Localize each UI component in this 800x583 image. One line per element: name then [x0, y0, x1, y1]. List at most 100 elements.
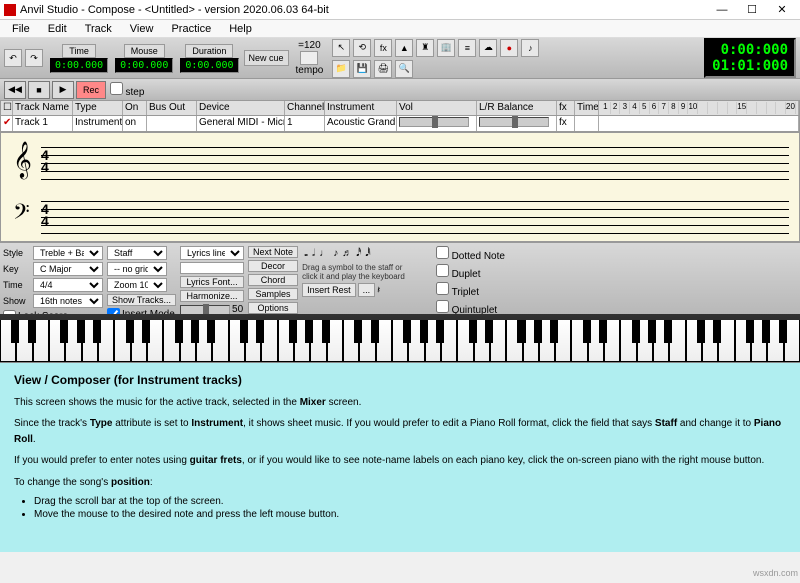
track-time[interactable]: [575, 116, 599, 131]
black-key[interactable]: [142, 320, 150, 343]
track-fx[interactable]: fx: [557, 116, 575, 131]
black-key[interactable]: [436, 320, 444, 343]
screen-icon[interactable]: ☁: [479, 39, 497, 57]
black-key[interactable]: [126, 320, 134, 343]
col-trackname[interactable]: Track Name: [13, 101, 73, 115]
play-button[interactable]: ▶: [52, 81, 74, 99]
white-key[interactable]: [620, 320, 636, 362]
white-key[interactable]: [278, 320, 294, 362]
quarter-note-icon[interactable]: ♩: [319, 248, 329, 259]
black-key[interactable]: [648, 320, 656, 343]
piano-keyboard[interactable]: [0, 314, 800, 362]
track-on[interactable]: on: [123, 116, 147, 131]
black-key[interactable]: [746, 320, 754, 343]
track-bus[interactable]: [147, 116, 197, 131]
white-key[interactable]: [457, 320, 473, 362]
show-select[interactable]: 16th notes: [33, 294, 103, 308]
white-key[interactable]: [392, 320, 408, 362]
whole-note-icon[interactable]: 𝅝: [304, 248, 308, 259]
black-key[interactable]: [11, 320, 19, 343]
style-select[interactable]: Treble + Bass: [33, 246, 103, 260]
newcue-button[interactable]: New cue: [244, 50, 289, 66]
time-select[interactable]: 4/4: [33, 278, 103, 292]
harmonize-button[interactable]: Harmonize...: [180, 290, 244, 302]
accidental-button[interactable]: ...: [358, 283, 376, 297]
lyrics-input[interactable]: [180, 262, 244, 274]
black-key[interactable]: [469, 320, 477, 343]
showtracks-button[interactable]: Show Tracks...: [107, 294, 176, 306]
col-channel[interactable]: Channel: [285, 101, 325, 115]
fx-icon[interactable]: fx: [374, 39, 392, 57]
folder-icon[interactable]: 📁: [332, 60, 350, 78]
col-bus[interactable]: Bus Out: [147, 101, 197, 115]
black-key[interactable]: [697, 320, 705, 343]
sixteenth-note-icon[interactable]: ♬: [342, 248, 352, 259]
black-key[interactable]: [762, 320, 770, 343]
black-key[interactable]: [77, 320, 85, 343]
record-icon[interactable]: ●: [500, 39, 518, 57]
track-vol-slider[interactable]: [397, 116, 477, 131]
metronome-icon[interactable]: [300, 51, 318, 65]
treble-staff[interactable]: 𝄞 44: [41, 147, 789, 187]
metronome2-icon[interactable]: ▲: [395, 39, 413, 57]
levels-icon[interactable]: ≡: [458, 39, 476, 57]
tower-icon[interactable]: ♜: [416, 39, 434, 57]
time-ruler[interactable]: 123456789101520: [599, 101, 799, 115]
zoom-icon[interactable]: 🔍: [395, 60, 413, 78]
black-key[interactable]: [175, 320, 183, 343]
track-channel[interactable]: 1: [285, 116, 325, 131]
black-key[interactable]: [371, 320, 379, 343]
sixtyfourth-note-icon[interactable]: 𝅘𝅥𝅱: [365, 248, 370, 259]
col-fx[interactable]: fx: [557, 101, 575, 115]
rest-icon[interactable]: 𝄽: [377, 285, 380, 296]
black-key[interactable]: [191, 320, 199, 343]
white-key[interactable]: [163, 320, 179, 362]
track-device[interactable]: General MIDI - Microso: [197, 116, 285, 131]
col-device[interactable]: Device: [197, 101, 285, 115]
black-key[interactable]: [354, 320, 362, 343]
rewind-button[interactable]: ◀◀: [4, 81, 26, 99]
velocity-slider[interactable]: [180, 305, 230, 315]
black-key[interactable]: [664, 320, 672, 343]
dotted-checkbox[interactable]: Dotted Note: [436, 246, 505, 262]
staff-select[interactable]: Staff: [107, 246, 167, 260]
building-icon[interactable]: 🏢: [437, 39, 455, 57]
musicnote-icon[interactable]: ♪: [521, 39, 539, 57]
col-check[interactable]: ☐: [1, 101, 13, 115]
menu-file[interactable]: File: [4, 21, 38, 37]
track-type[interactable]: Instrument: [73, 116, 123, 131]
eighth-note-icon[interactable]: ♪: [333, 248, 338, 259]
redo-icon[interactable]: ↷: [25, 49, 43, 67]
black-key[interactable]: [256, 320, 264, 343]
insertrest-button[interactable]: Insert Rest: [302, 283, 356, 297]
white-key[interactable]: [686, 320, 702, 362]
stop-button[interactable]: ■: [28, 81, 50, 99]
white-key[interactable]: [49, 320, 65, 362]
black-key[interactable]: [485, 320, 493, 343]
chord-button[interactable]: Chord: [248, 274, 298, 286]
black-key[interactable]: [599, 320, 607, 343]
black-key[interactable]: [60, 320, 68, 343]
grid-select[interactable]: -- no grid --: [107, 262, 167, 276]
black-key[interactable]: [632, 320, 640, 343]
white-key[interactable]: [343, 320, 359, 362]
bass-staff[interactable]: 𝄢 44: [41, 201, 789, 241]
zoom-select[interactable]: Zoom 100%: [107, 278, 167, 292]
black-key[interactable]: [305, 320, 313, 343]
black-key[interactable]: [517, 320, 525, 343]
triplet-checkbox[interactable]: Triplet: [436, 282, 505, 298]
black-key[interactable]: [583, 320, 591, 343]
black-key[interactable]: [240, 320, 248, 343]
close-button[interactable]: ✕: [768, 1, 796, 19]
duplet-checkbox[interactable]: Duplet: [436, 264, 505, 280]
black-key[interactable]: [289, 320, 297, 343]
white-key[interactable]: [506, 320, 522, 362]
black-key[interactable]: [28, 320, 36, 343]
step-checkbox[interactable]: step: [110, 82, 144, 98]
black-key[interactable]: [420, 320, 428, 343]
maximize-button[interactable]: ☐: [738, 1, 766, 19]
menu-track[interactable]: Track: [77, 21, 120, 37]
print-icon[interactable]: 🖨: [374, 60, 392, 78]
lyricsfont-button[interactable]: Lyrics Font...: [180, 276, 244, 288]
key-select[interactable]: C Major: [33, 262, 103, 276]
